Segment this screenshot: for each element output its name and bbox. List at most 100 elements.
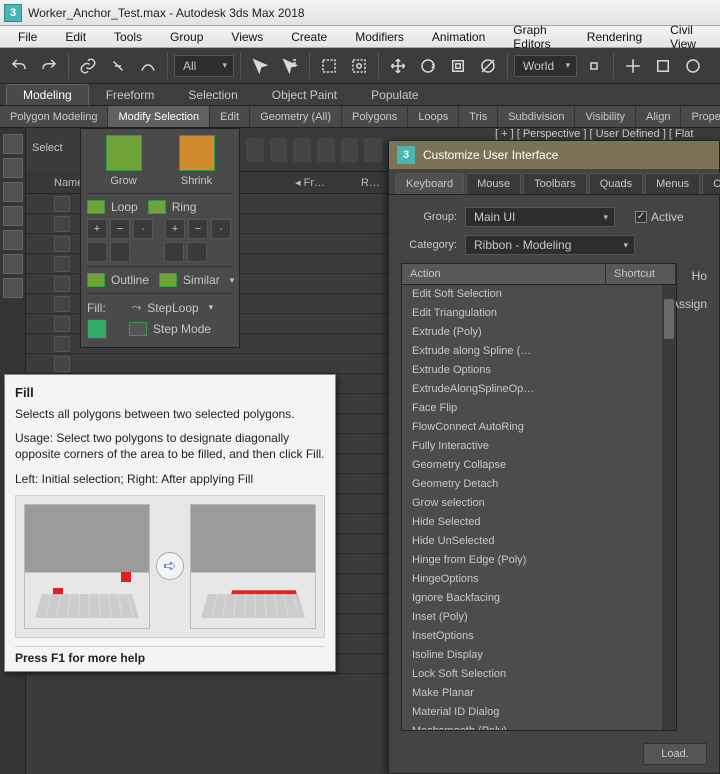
se-icon[interactable] — [293, 138, 311, 162]
tab-freeform[interactable]: Freeform — [89, 84, 172, 105]
cui-action-item[interactable]: Inset (Poly) — [402, 608, 676, 627]
cui-action-item[interactable]: Material ID Dialog — [402, 703, 676, 722]
snap-angle-icon[interactable] — [650, 53, 676, 79]
filter-icon[interactable] — [3, 134, 23, 154]
se-icon[interactable] — [246, 138, 264, 162]
ref-coord-combo[interactable]: World — [514, 55, 577, 77]
grp-edit[interactable]: Edit — [210, 106, 250, 127]
stepmode-button[interactable]: Step Mode — [129, 322, 211, 336]
bind-icon[interactable] — [135, 53, 161, 79]
loop-extra-icon[interactable] — [87, 242, 107, 262]
cui-titlebar[interactable]: 3 Customize User Interface — [389, 141, 719, 169]
ring-plus-icon[interactable]: + — [165, 219, 185, 239]
tab-populate[interactable]: Populate — [354, 84, 435, 105]
fill-button[interactable] — [87, 319, 107, 339]
cui-action-item[interactable]: Grow selection — [402, 494, 676, 513]
cui-col-shortcut[interactable]: Shortcut — [606, 264, 676, 284]
tab-selection[interactable]: Selection — [171, 84, 254, 105]
shrink-button[interactable]: Shrink — [167, 135, 227, 187]
loop-plus-icon[interactable]: + — [87, 219, 107, 239]
ring-extra-icon[interactable] — [164, 242, 184, 262]
similar-button[interactable]: Similar▾ — [159, 273, 234, 287]
ring-minus-icon[interactable]: − — [188, 219, 208, 239]
selection-filter-combo[interactable]: All — [174, 55, 234, 77]
cui-action-item[interactable]: Edit Soft Selection — [402, 285, 676, 304]
grp-geometry-all[interactable]: Geometry (All) — [250, 106, 342, 127]
menu-rendering[interactable]: Rendering — [573, 30, 656, 44]
cui-action-item[interactable]: Lock Soft Selection — [402, 665, 676, 684]
cui-scrollbar[interactable] — [662, 285, 676, 730]
redo-icon[interactable] — [36, 53, 62, 79]
cui-action-item[interactable]: Hide Selected — [402, 513, 676, 532]
loop-extra-icon[interactable] — [110, 242, 130, 262]
grp-loops[interactable]: Loops — [408, 106, 459, 127]
se-icon[interactable] — [341, 138, 359, 162]
cui-action-item[interactable]: InsetOptions — [402, 627, 676, 646]
menu-views[interactable]: Views — [217, 30, 277, 44]
menu-group[interactable]: Group — [156, 30, 217, 44]
menu-create[interactable]: Create — [277, 30, 341, 44]
menu-tools[interactable]: Tools — [100, 30, 156, 44]
cui-action-item[interactable]: Geometry Collapse — [402, 456, 676, 475]
steploop-button[interactable]: ⤳StepLoop▾ — [132, 300, 214, 315]
grp-tris[interactable]: Tris — [459, 106, 498, 127]
snap-percent-icon[interactable] — [680, 53, 706, 79]
cui-action-item[interactable]: Extrude Options — [402, 361, 676, 380]
cui-category-combo[interactable]: Ribbon - Modeling — [465, 235, 635, 255]
filter-icon[interactable] — [3, 230, 23, 250]
rotate-icon[interactable] — [415, 53, 441, 79]
cui-tab-menus[interactable]: Menus — [645, 173, 700, 194]
loop-button[interactable]: Loop — [87, 200, 138, 214]
ring-extra-icon[interactable] — [187, 242, 207, 262]
cui-group-combo[interactable]: Main UI — [465, 207, 615, 227]
tab-objectpaint[interactable]: Object Paint — [255, 84, 354, 105]
grp-visibility[interactable]: Visibility — [575, 106, 636, 127]
grp-polygon-modeling[interactable]: Polygon Modeling — [0, 106, 108, 127]
cui-action-item[interactable]: Extrude (Poly) — [402, 323, 676, 342]
cui-col-action[interactable]: Action — [402, 264, 606, 284]
outline-button[interactable]: Outline — [87, 273, 149, 287]
menu-animation[interactable]: Animation — [418, 30, 499, 44]
select-by-name-icon[interactable] — [277, 53, 303, 79]
cui-active-check[interactable]: ✓Active — [635, 210, 684, 224]
cui-tab-colors[interactable]: Colors — [702, 173, 720, 194]
cui-action-item[interactable]: Face Flip — [402, 399, 676, 418]
loop-minus-icon[interactable]: − — [110, 219, 130, 239]
cui-action-item[interactable]: Meshsmooth (Poly) — [402, 722, 676, 730]
grp-properties[interactable]: Properties — [681, 106, 720, 127]
filter-icon[interactable] — [3, 206, 23, 226]
se-icon[interactable] — [270, 138, 288, 162]
filter-icon[interactable] — [3, 182, 23, 202]
col-frozen[interactable]: ◂ Fr… — [295, 176, 325, 189]
cui-action-item[interactable]: HingeOptions — [402, 570, 676, 589]
cui-action-item[interactable]: Hinge from Edge (Poly) — [402, 551, 676, 570]
scene-row[interactable] — [26, 354, 388, 374]
menu-civilview[interactable]: Civil View — [656, 23, 716, 51]
cui-action-item[interactable]: Make Planar — [402, 684, 676, 703]
select-icon[interactable] — [247, 53, 273, 79]
grp-modify-selection[interactable]: Modify Selection — [108, 106, 210, 127]
window-crossing-icon[interactable] — [346, 53, 372, 79]
cui-action-item[interactable]: Hide UnSelected — [402, 532, 676, 551]
menu-edit[interactable]: Edit — [51, 30, 100, 44]
grp-subdivision[interactable]: Subdivision — [498, 106, 575, 127]
cui-action-item[interactable]: ExtrudeAlongSplineOp… — [402, 380, 676, 399]
cui-action-item[interactable]: Fully Interactive — [402, 437, 676, 456]
marquee-rect-icon[interactable] — [316, 53, 342, 79]
cui-action-item[interactable]: FlowConnect AutoRing — [402, 418, 676, 437]
cui-action-item[interactable]: Edit Triangulation — [402, 304, 676, 323]
move-icon[interactable] — [385, 53, 411, 79]
unlink-icon[interactable] — [105, 53, 131, 79]
cui-tab-keyboard[interactable]: Keyboard — [395, 173, 464, 194]
ring-button[interactable]: Ring — [148, 200, 197, 214]
menu-file[interactable]: File — [4, 30, 51, 44]
filter-icon[interactable] — [3, 158, 23, 178]
grp-polygons[interactable]: Polygons — [342, 106, 408, 127]
col-render[interactable]: R… — [361, 177, 380, 189]
cui-tab-toolbars[interactable]: Toolbars — [523, 173, 587, 194]
scale-icon[interactable] — [445, 53, 471, 79]
cui-action-item[interactable]: Geometry Detach — [402, 475, 676, 494]
link-icon[interactable] — [75, 53, 101, 79]
cui-tab-quads[interactable]: Quads — [589, 173, 643, 194]
menu-grapheditors[interactable]: Graph Editors — [499, 23, 573, 51]
